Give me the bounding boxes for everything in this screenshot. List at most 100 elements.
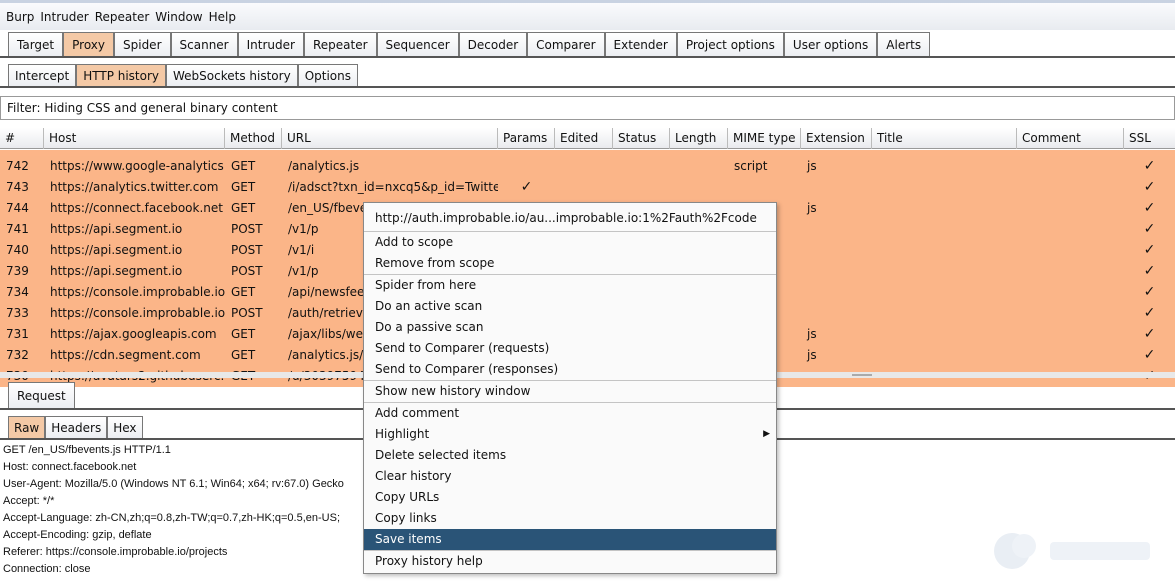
cell-host: https://console.improbable.io	[50, 306, 225, 320]
column-header-method[interactable]: Method	[225, 128, 282, 149]
cell-num: 742	[6, 159, 29, 173]
filter-text: Filter: Hiding CSS and general binary co…	[7, 101, 278, 115]
cell-ssl: ✓	[1143, 242, 1156, 258]
cell-host: https://analytics.twitter.com	[50, 180, 219, 194]
tab-project-options[interactable]: Project options	[676, 32, 784, 56]
table-row[interactable]: 742 https://www.google-analytics... GET/an…	[0, 156, 1175, 177]
cell-num: 740	[6, 243, 29, 257]
cell-method: POST	[231, 306, 263, 320]
cell-host: https://www.google-analytics...	[50, 159, 225, 173]
menu-item-spider-from-here[interactable]: Spider from here	[364, 275, 776, 296]
cell-ssl: ✓	[1143, 179, 1156, 195]
column-header-edited[interactable]: Edited	[555, 128, 613, 149]
tab-target[interactable]: Target	[8, 32, 64, 56]
tab-intercept[interactable]: Intercept	[8, 64, 77, 86]
column-header-title[interactable]: Title	[872, 128, 1017, 149]
request-header-user-agent: User-Agent: Mozilla/5.0 (Windows NT 6.1;…	[3, 478, 344, 490]
cell-extension	[801, 219, 872, 240]
request-header-accept-language: Accept-Language: zh-CN,zh;q=0.8,zh-TW;q=…	[3, 512, 341, 524]
cell-host: https://api.segment.io	[50, 264, 183, 278]
tab-sequencer[interactable]: Sequencer	[376, 32, 459, 56]
tab-intruder[interactable]: Intruder	[237, 32, 304, 56]
cell-ssl: ✓	[1143, 347, 1156, 363]
request-header-connection: Connection: close	[3, 563, 91, 575]
cell-num: 739	[6, 264, 29, 278]
menu-item-delete-selected-items[interactable]: Delete selected items	[364, 445, 776, 466]
menu-window[interactable]: Window	[155, 10, 202, 24]
cell-host: https://cdn.segment.com	[50, 348, 201, 362]
submenu-arrow-icon: ▶	[763, 429, 770, 439]
cell-method: GET	[231, 201, 256, 215]
cell-host: https://api.segment.io	[50, 243, 183, 257]
cell-ssl: ✓	[1143, 326, 1156, 342]
table-row[interactable]: 743 https://analytics.twitter.com GET/i/ad…	[0, 177, 1175, 198]
menu-item-add-comment[interactable]: Add comment	[364, 403, 776, 424]
splitter-grip[interactable]	[852, 374, 872, 376]
tab-raw[interactable]: Raw	[8, 416, 46, 438]
cell-ssl: ✓	[1143, 263, 1156, 279]
cell-num: 731	[6, 327, 29, 341]
main-tabs: Target Proxy Spider Scanner Intruder Rep…	[0, 30, 1175, 58]
watermark-logo-icon	[994, 533, 1150, 569]
cell-extension: js	[807, 348, 817, 362]
column-header-ssl[interactable]: SSL	[1124, 128, 1175, 149]
menu-item-proxy-history-help[interactable]: Proxy history help	[364, 551, 776, 572]
column-header-url[interactable]: URL	[282, 128, 498, 149]
menu-item-passive-scan[interactable]: Do a passive scan	[364, 317, 776, 338]
context-menu: http://auth.improbable.io/au...improbabl…	[363, 202, 777, 574]
menu-item-show-new-history-window[interactable]: Show new history window	[364, 381, 776, 402]
cell-host: https://api.segment.io	[50, 222, 183, 236]
cell-params: ✓	[520, 179, 533, 195]
column-header-num[interactable]: #	[0, 128, 44, 149]
tab-spider[interactable]: Spider	[114, 32, 171, 56]
menu-item-clear-history[interactable]: Clear history	[364, 466, 776, 487]
tab-alerts[interactable]: Alerts	[877, 32, 931, 56]
cell-method: GET	[231, 285, 256, 299]
request-header-host: Host: connect.facebook.net	[3, 461, 137, 473]
table-header: # Host Method URL Params Edited Status L…	[0, 128, 1175, 149]
tab-user-options[interactable]: User options	[783, 32, 878, 56]
menu-repeater[interactable]: Repeater	[95, 10, 150, 24]
menu-item-copy-links[interactable]: Copy links	[364, 508, 776, 529]
cell-mime-type	[728, 177, 801, 198]
menu-item-highlight-label: Highlight	[375, 427, 430, 441]
cell-num: 744	[6, 201, 29, 215]
cell-method: POST	[231, 222, 263, 236]
menu-item-remove-from-scope[interactable]: Remove from scope	[364, 253, 776, 274]
column-header-length[interactable]: Length	[670, 128, 728, 149]
tab-websockets-history[interactable]: WebSockets history	[166, 64, 298, 86]
menu-item-send-to-comparer-requests[interactable]: Send to Comparer (requests)	[364, 338, 776, 359]
tab-scanner[interactable]: Scanner	[170, 32, 238, 56]
menu-help[interactable]: Help	[209, 10, 236, 24]
tab-repeater[interactable]: Repeater	[303, 32, 377, 56]
filter-bar[interactable]: Filter: Hiding CSS and general binary co…	[0, 96, 1175, 120]
menu-intruder[interactable]: Intruder	[40, 10, 88, 24]
column-header-comment[interactable]: Comment	[1017, 128, 1124, 149]
cell-method: GET	[231, 180, 256, 194]
tab-extender[interactable]: Extender	[604, 32, 677, 56]
tab-comparer[interactable]: Comparer	[527, 32, 605, 56]
tab-proxy[interactable]: Proxy	[63, 32, 114, 56]
tab-headers[interactable]: Headers	[45, 416, 108, 438]
tab-request[interactable]: Request	[8, 382, 75, 408]
column-header-extension[interactable]: Extension	[801, 128, 872, 149]
menu-item-copy-urls[interactable]: Copy URLs	[364, 487, 776, 508]
menu-item-save-items[interactable]: Save items	[364, 529, 776, 550]
tab-http-history[interactable]: HTTP history	[76, 64, 167, 86]
column-header-mime-type[interactable]: MIME type	[728, 128, 801, 149]
column-header-status[interactable]: Status	[613, 128, 670, 149]
cell-num: 734	[6, 285, 29, 299]
column-header-host[interactable]: Host	[44, 128, 225, 149]
tab-decoder[interactable]: Decoder	[458, 32, 528, 56]
tab-options[interactable]: Options	[297, 64, 358, 86]
request-header-referer: Referer: https://console.improbable.io/p…	[3, 546, 228, 558]
tab-hex[interactable]: Hex	[107, 416, 143, 438]
column-header-params[interactable]: Params	[498, 128, 555, 149]
cell-extension: js	[807, 159, 817, 173]
menu-item-highlight[interactable]: Highlight ▶	[364, 424, 776, 445]
menu-item-add-to-scope[interactable]: Add to scope	[364, 232, 776, 253]
menu-item-send-to-comparer-responses[interactable]: Send to Comparer (responses)	[364, 359, 776, 380]
menu-item-active-scan[interactable]: Do an active scan	[364, 296, 776, 317]
cell-extension: js	[807, 201, 817, 215]
menu-burp[interactable]: Burp	[6, 10, 34, 24]
